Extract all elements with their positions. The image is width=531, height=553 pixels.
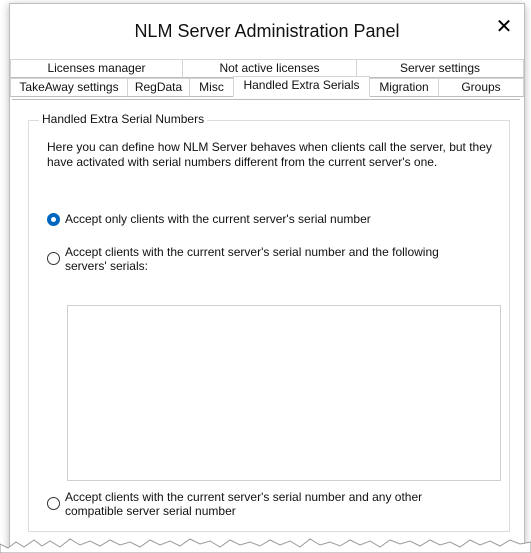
tab-migration[interactable]: Migration xyxy=(369,78,439,97)
radio-only-current-serial[interactable] xyxy=(47,213,60,226)
tab-licenses-manager[interactable]: Licenses manager xyxy=(10,59,183,78)
tab-strip: Licenses manager Not active licenses Ser… xyxy=(10,59,524,99)
screenshot-stage: NLM Server Administration Panel ✕ Licens… xyxy=(0,0,531,553)
tab-handled-extra-serials[interactable]: Handled Extra Serials xyxy=(233,76,370,97)
tab-panel: Handled Extra Serial Numbers Here you ca… xyxy=(12,99,520,549)
radio-label-only-current-serial[interactable]: Accept only clients with the current ser… xyxy=(65,212,495,226)
serials-list-box[interactable] xyxy=(67,305,501,481)
group-title: Handled Extra Serial Numbers xyxy=(39,112,208,126)
radio-following-servers-serials[interactable] xyxy=(47,252,60,265)
tab-groups[interactable]: Groups xyxy=(438,78,524,97)
window-title: NLM Server Administration Panel xyxy=(134,21,400,41)
description-text: Here you can define how NLM Server behav… xyxy=(47,140,492,169)
radio-label-following-servers-serials[interactable]: Accept clients with the current server's… xyxy=(65,245,465,273)
tab-server-settings[interactable]: Server settings xyxy=(356,59,524,78)
torn-edge-decoration xyxy=(0,538,531,553)
radio-label-any-compatible-serial[interactable]: Accept clients with the current server's… xyxy=(65,490,475,518)
tab-takeaway-settings[interactable]: TakeAway settings xyxy=(10,78,128,97)
close-icon[interactable]: ✕ xyxy=(493,16,515,38)
tab-misc[interactable]: Misc xyxy=(189,78,234,97)
admin-panel-window: NLM Server Administration Panel ✕ Licens… xyxy=(9,3,525,550)
tab-row-bottom: TakeAway settings RegData Misc Handled E… xyxy=(10,76,524,97)
radio-any-compatible-serial[interactable] xyxy=(47,497,60,510)
extra-serials-group: Handled Extra Serial Numbers Here you ca… xyxy=(28,112,510,532)
tab-regdata[interactable]: RegData xyxy=(127,78,190,97)
